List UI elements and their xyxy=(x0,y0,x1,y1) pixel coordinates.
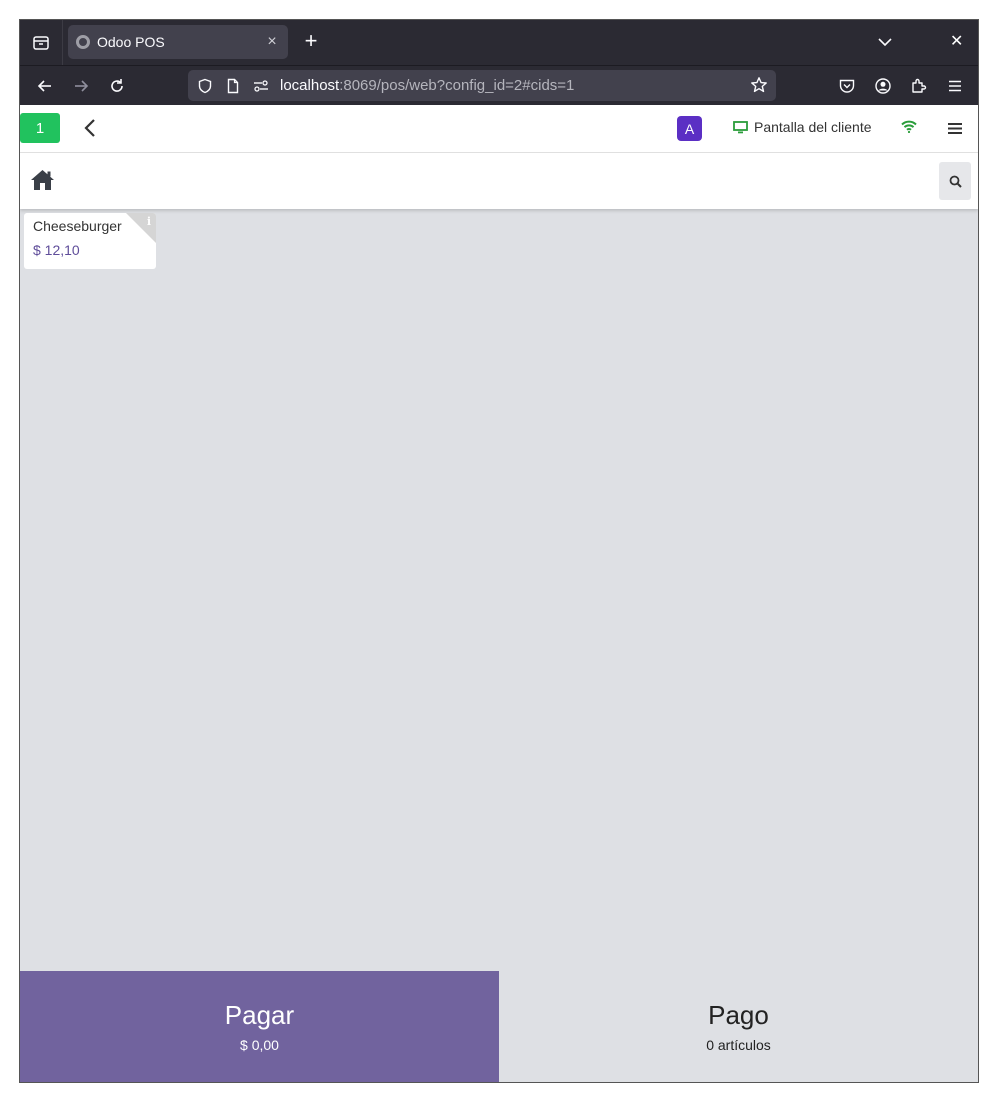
arrow-left-icon xyxy=(37,80,51,92)
bookmark-star-icon[interactable] xyxy=(750,76,768,99)
back-button[interactable] xyxy=(34,75,56,97)
firefox-view-icon xyxy=(33,35,49,50)
navigation-bar: localhost:8069/pos/web?config_id=2#cids=… xyxy=(20,65,978,105)
tab-close-button[interactable]: × xyxy=(264,33,280,51)
list-all-tabs-button[interactable] xyxy=(875,32,895,52)
pay-button[interactable]: Pagar $ 0,00 xyxy=(20,971,499,1082)
info-icon[interactable]: i xyxy=(147,215,151,228)
reload-button[interactable] xyxy=(106,75,128,97)
pay-amount: $ 0,00 xyxy=(240,1037,279,1053)
tab-title: Odoo POS xyxy=(97,34,165,50)
monitor-icon xyxy=(733,120,748,133)
tab-list-button[interactable] xyxy=(20,20,63,65)
tab-odoo-pos[interactable]: Odoo POS × xyxy=(68,25,288,59)
url-text[interactable]: localhost:8069/pos/web?config_id=2#cids=… xyxy=(280,77,574,94)
hamburger-icon xyxy=(949,80,961,92)
url-host: localhost xyxy=(280,77,340,94)
customer-display-button[interactable]: Pantalla del cliente xyxy=(733,119,872,135)
pocket-button[interactable] xyxy=(836,75,858,97)
account-icon xyxy=(875,78,891,94)
arrow-right-icon xyxy=(75,80,89,92)
window-close-button[interactable]: ✕ xyxy=(950,31,963,51)
connection-status[interactable] xyxy=(901,120,917,138)
extensions-button[interactable] xyxy=(908,75,930,97)
product-name: Cheeseburger xyxy=(33,218,122,234)
pos-menu-button[interactable] xyxy=(948,122,962,140)
chevron-left-icon xyxy=(84,119,95,137)
forward-button[interactable] xyxy=(70,75,92,97)
category-bar xyxy=(20,153,978,209)
product-price: $ 12,10 xyxy=(33,242,80,258)
customer-display-label: Pantalla del cliente xyxy=(754,119,872,135)
cashier-avatar[interactable]: A xyxy=(677,116,702,141)
pay-label: Pagar xyxy=(224,1000,295,1030)
pos-back-button[interactable] xyxy=(82,117,100,139)
search-icon xyxy=(949,175,962,188)
permissions-icon[interactable] xyxy=(252,77,270,95)
review-order-button[interactable]: Pago 0 artículos xyxy=(499,971,978,1082)
pos-header: 1 A Pantalla del cliente xyxy=(20,105,978,153)
tab-favicon-icon xyxy=(76,35,90,49)
product-info-corner[interactable] xyxy=(126,213,156,243)
review-label: Pago xyxy=(708,1000,769,1030)
item-count: 0 artículos xyxy=(706,1037,771,1053)
home-category-button[interactable] xyxy=(30,169,55,196)
shield-icon[interactable] xyxy=(196,77,214,95)
account-button[interactable] xyxy=(872,75,894,97)
browser-window: Odoo POS × + ✕ localhost:8069/pos/web?co… xyxy=(19,19,979,1083)
tab-strip: Odoo POS × + ✕ xyxy=(20,20,978,65)
hamburger-icon xyxy=(948,123,962,134)
url-path: :8069/pos/web?config_id=2#cids=1 xyxy=(339,77,575,94)
chevron-down-icon xyxy=(878,38,892,47)
pocket-icon xyxy=(839,79,855,93)
home-icon xyxy=(31,170,54,190)
order-tab-badge[interactable]: 1 xyxy=(20,113,60,143)
puzzle-icon xyxy=(912,78,927,93)
app-menu-button[interactable] xyxy=(944,75,966,97)
address-bar[interactable]: localhost:8069/pos/web?config_id=2#cids=… xyxy=(188,70,776,101)
product-card[interactable]: Cheeseburger $ 12,10 i xyxy=(24,213,156,269)
product-list: Cheeseburger $ 12,10 i xyxy=(20,209,978,971)
reload-icon xyxy=(111,79,123,92)
page-icon[interactable] xyxy=(224,77,242,95)
search-button[interactable] xyxy=(939,162,971,200)
wifi-icon xyxy=(901,120,917,134)
new-tab-button[interactable]: + xyxy=(299,30,323,54)
